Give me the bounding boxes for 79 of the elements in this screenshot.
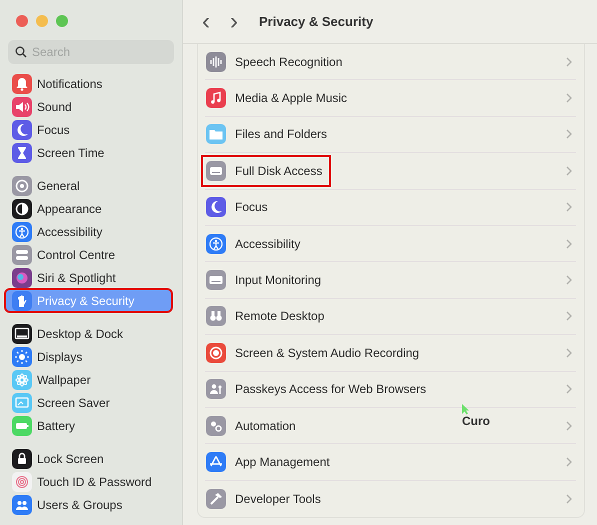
flower-icon bbox=[12, 370, 32, 390]
gears-icon bbox=[206, 416, 226, 436]
sidebar-item[interactable]: Screen Saver bbox=[5, 391, 172, 414]
settings-row[interactable]: Passkeys Access for Web Browsers bbox=[201, 372, 576, 408]
sidebar-item[interactable]: General bbox=[5, 174, 172, 197]
back-button[interactable]: ‹ bbox=[195, 10, 217, 34]
battery-icon bbox=[12, 416, 32, 436]
pointer-icon bbox=[462, 404, 470, 415]
sidebar-item[interactable]: Touch ID & Password bbox=[5, 470, 172, 493]
settings-row[interactable]: Remote Desktop bbox=[201, 298, 576, 336]
sun-icon bbox=[12, 346, 32, 366]
person-icon bbox=[206, 234, 226, 254]
gear-icon bbox=[12, 176, 32, 196]
window-zoom-button[interactable] bbox=[56, 15, 68, 27]
speaker-icon bbox=[12, 96, 32, 116]
sidebar-item[interactable]: Screen Time bbox=[5, 141, 172, 164]
sidebar-item[interactable]: Wallpaper bbox=[5, 368, 172, 391]
folder-icon bbox=[206, 124, 226, 144]
moon-icon bbox=[206, 197, 226, 218]
sidebar-item[interactable]: Appearance bbox=[5, 197, 172, 220]
settings-row[interactable]: App Management bbox=[201, 444, 576, 481]
moon-icon bbox=[12, 120, 32, 140]
person-key-icon bbox=[206, 379, 226, 400]
bell-icon bbox=[12, 74, 32, 94]
settings-row[interactable]: Files and Folders bbox=[201, 116, 576, 154]
waveform-icon bbox=[206, 52, 226, 72]
row-label: Input Monitoring bbox=[235, 273, 322, 288]
sidebar-item[interactable]: Accessibility bbox=[5, 220, 172, 243]
toggle-icon bbox=[12, 244, 32, 264]
screen-icon bbox=[12, 392, 32, 412]
keyboard-icon bbox=[206, 270, 226, 290]
orb-icon bbox=[12, 268, 32, 288]
page-title: Privacy & Security bbox=[259, 14, 374, 29]
sidebar-item[interactable]: Lock Screen bbox=[5, 447, 172, 470]
monitor-icon bbox=[12, 324, 32, 344]
sidebar-item[interactable]: Focus bbox=[5, 118, 172, 141]
sidebar-item[interactable]: Sound bbox=[5, 95, 172, 118]
cursor-label: Curo bbox=[462, 414, 490, 428]
row-label: Screen & System Audio Recording bbox=[235, 346, 420, 360]
row-label: Remote Desktop bbox=[235, 309, 326, 324]
row-label: Files and Folders bbox=[235, 127, 328, 142]
window-minimize-button[interactable] bbox=[36, 15, 48, 27]
sidebar-item[interactable]: Battery bbox=[5, 414, 172, 437]
sidebar-item[interactable]: Desktop & Dock bbox=[5, 322, 172, 345]
settings-row[interactable]: Input Monitoring bbox=[201, 262, 576, 299]
row-label: Focus bbox=[235, 200, 269, 214]
sidebar-item[interactable]: Users & Groups bbox=[5, 493, 172, 516]
row-label: Media & Apple Music bbox=[235, 91, 348, 106]
row-label: Developer Tools bbox=[235, 492, 322, 506]
settings-row[interactable]: Focus bbox=[201, 190, 576, 226]
row-label: Passkeys Access for Web Browsers bbox=[235, 382, 428, 396]
window-close-button[interactable] bbox=[16, 15, 28, 27]
hammer-icon bbox=[206, 488, 226, 509]
record-icon bbox=[206, 342, 226, 363]
row-label: App Management bbox=[235, 454, 331, 469]
person-icon bbox=[12, 222, 32, 242]
settings-row[interactable]: Media & Apple Music bbox=[201, 80, 576, 117]
row-label: Full Disk Access bbox=[235, 164, 324, 178]
hourglass-icon bbox=[12, 142, 32, 162]
contrast-icon bbox=[12, 198, 32, 218]
sidebar-item[interactable]: Siri & Spotlight bbox=[5, 266, 172, 289]
binoculars-icon bbox=[206, 306, 226, 326]
lock-icon bbox=[12, 448, 32, 468]
fingerprint-icon bbox=[12, 472, 32, 492]
row-label: Accessibility bbox=[235, 236, 302, 251]
settings-row[interactable]: Developer Tools bbox=[201, 480, 576, 518]
sidebar-item[interactable]: Notifications bbox=[5, 72, 172, 95]
settings-row[interactable]: Screen & System Audio Recording bbox=[201, 335, 576, 372]
hand-icon bbox=[12, 290, 32, 310]
settings-row[interactable]: Full Disk Access bbox=[201, 153, 576, 190]
people-icon bbox=[12, 494, 32, 514]
sidebar-item[interactable]: Control Centre bbox=[5, 243, 172, 266]
settings-row[interactable]: Accessibility bbox=[201, 226, 576, 262]
sidebar-item[interactable]: Displays bbox=[5, 345, 172, 368]
music-note-icon bbox=[206, 88, 226, 108]
settings-row[interactable]: Speech Recognition bbox=[201, 44, 576, 80]
row-label: Automation bbox=[235, 418, 297, 433]
forward-button[interactable]: › bbox=[223, 10, 245, 34]
row-label: Speech Recognition bbox=[235, 54, 344, 69]
